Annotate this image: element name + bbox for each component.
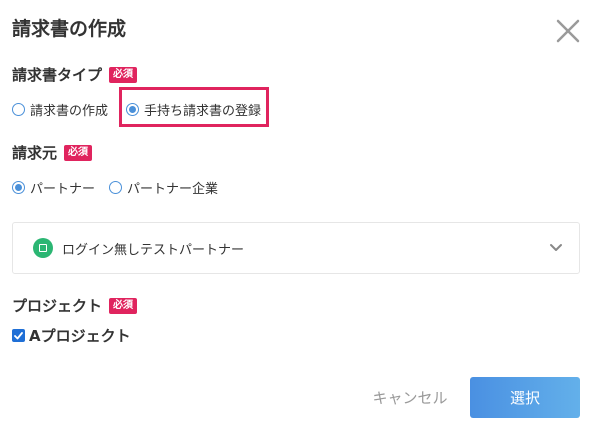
partner-select[interactable]: ログイン無しテストパートナー — [12, 222, 580, 274]
required-badge: 必須 — [64, 144, 93, 161]
project-checkbox-label: Aプロジェクト — [29, 327, 131, 345]
project-checkbox-row[interactable]: Aプロジェクト — [12, 325, 131, 346]
issuer-label: 請求元 必須 — [12, 142, 93, 163]
partner-icon — [33, 238, 53, 258]
issuer-radio-group: パートナー パートナー企業 — [12, 178, 218, 197]
radio-label: パートナー — [30, 182, 96, 197]
issuer-label-text: 請求元 — [12, 144, 58, 162]
radio-circle[interactable] — [12, 103, 25, 116]
highlight-box — [119, 87, 269, 127]
radio-circle[interactable] — [109, 181, 123, 194]
project-label-text: プロジェクト — [12, 297, 103, 315]
check-icon — [14, 331, 23, 339]
invoice-type-label: 請求書タイプ 必須 — [12, 64, 138, 85]
project-checkbox[interactable] — [12, 329, 25, 342]
radio-partner[interactable]: パートナー — [12, 178, 95, 197]
partner-select-value: ログイン無しテストパートナー — [62, 242, 245, 258]
dialog-title: 請求書の作成 — [12, 18, 127, 40]
cancel-button[interactable]: キャンセル — [360, 377, 460, 417]
close-icon[interactable] — [553, 16, 583, 46]
select-button[interactable]: 選択 — [470, 377, 580, 418]
project-label: プロジェクト 必須 — [12, 295, 138, 316]
radio-label: 請求書の作成 — [30, 104, 109, 119]
radio-label: パートナー企業 — [127, 182, 219, 197]
chevron-down-icon[interactable] — [549, 243, 563, 253]
radio-invoice-create[interactable]: 請求書の作成 — [12, 100, 108, 119]
radio-partner-company[interactable]: パートナー企業 — [109, 178, 218, 197]
required-badge: 必須 — [109, 66, 138, 83]
required-badge: 必須 — [109, 297, 138, 314]
radio-circle[interactable] — [12, 181, 25, 194]
invoice-type-label-text: 請求書タイプ — [12, 66, 103, 84]
